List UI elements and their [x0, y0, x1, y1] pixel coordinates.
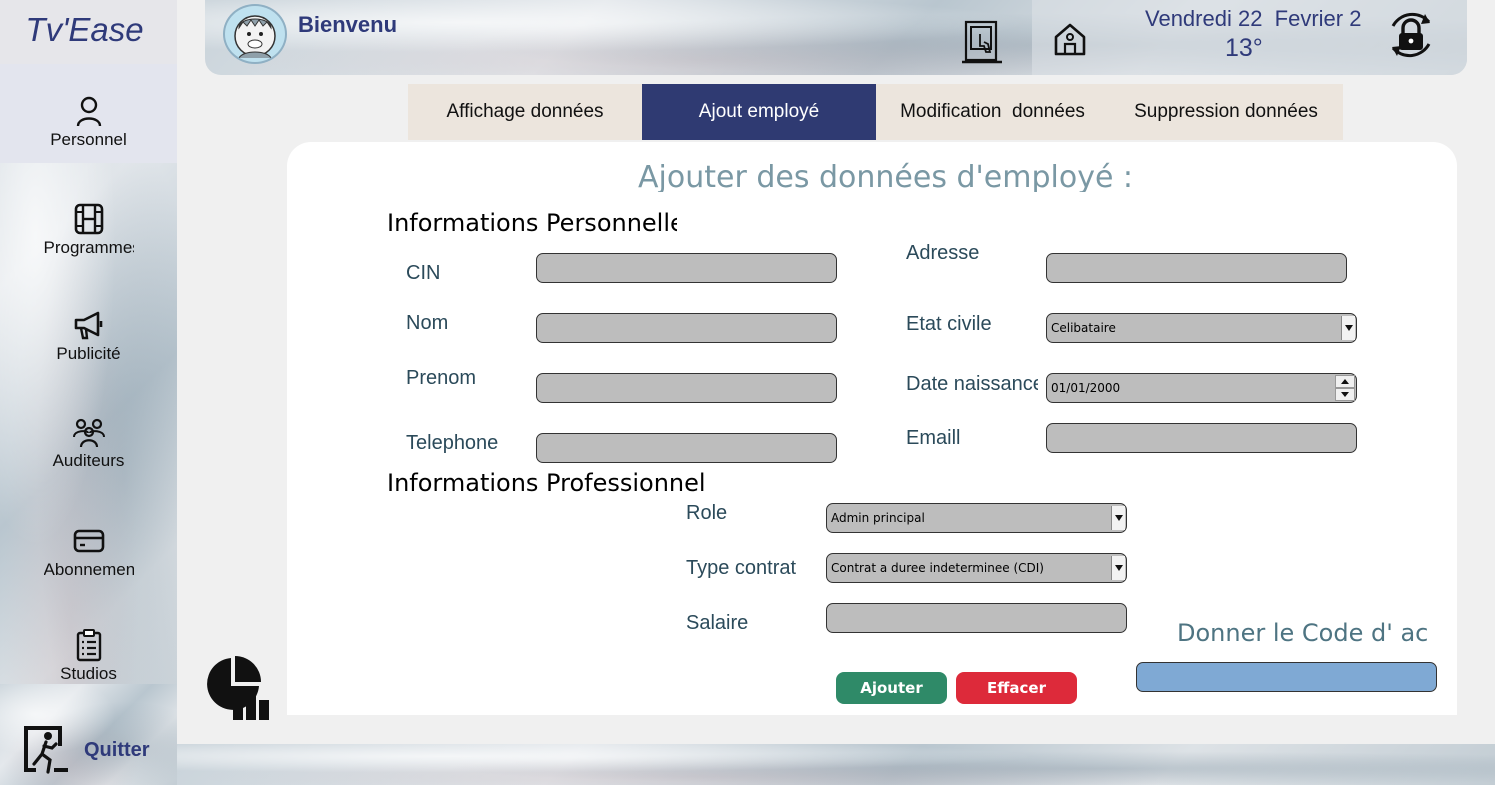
monkey-avatar-icon	[234, 15, 276, 59]
nom-label: Nom	[406, 312, 449, 334]
megaphone-icon	[74, 311, 102, 340]
app-logo: Tv'Ease	[0, 0, 177, 64]
home-icon[interactable]	[1053, 22, 1087, 56]
date-naissance-value: 01/01/2000	[1051, 381, 1121, 395]
nom-input[interactable]	[536, 313, 837, 343]
chevron-down-icon[interactable]	[1111, 556, 1125, 580]
sidebar-item-label: Personnel	[50, 130, 127, 149]
cin-label: CIN	[406, 262, 441, 284]
sidebar-item-publicite[interactable]: Publicité	[0, 298, 177, 398]
add-button[interactable]: Ajouter	[836, 672, 947, 704]
section-personal-info: Informations Personnelles	[387, 209, 677, 237]
type-contrat-label: Type contrat	[686, 557, 797, 579]
role-label: Role	[686, 502, 728, 524]
adresse-input[interactable]	[1046, 253, 1347, 283]
quit-label: Quitter	[84, 738, 150, 761]
header: Bienvenu Vendredi 22 Fevrier 2 13°	[205, 0, 1467, 75]
sidebar-item-label: Publicité	[56, 344, 121, 363]
avatar[interactable]	[223, 4, 287, 64]
prenom-input[interactable]	[536, 373, 837, 403]
date-naissance-input[interactable]: 01/01/2000	[1046, 373, 1357, 403]
date-naissance-label: Date naissance	[906, 373, 1038, 395]
role-select[interactable]: Admin principal	[826, 503, 1127, 533]
prenom-label: Prenom	[406, 367, 477, 389]
role-value: Admin principal	[831, 511, 925, 525]
sidebar-item-auditeurs[interactable]: Auditeurs	[0, 405, 177, 505]
person-icon	[76, 96, 101, 127]
kiosk-icon[interactable]	[960, 20, 1004, 64]
tab-affichage-donnees[interactable]: Affichage données	[408, 84, 642, 140]
chevron-down-icon[interactable]	[1111, 506, 1125, 530]
sidebar-item-label: Auditeurs	[52, 451, 125, 470]
telephone-input[interactable]	[536, 433, 837, 463]
chevron-down-icon[interactable]	[1341, 316, 1355, 340]
sidebar-item-programmes[interactable]: Programmes	[0, 190, 177, 290]
sidebar: Tv'Ease Personnel Programmes Publicité A…	[0, 0, 177, 785]
welcome-text: Bienvenu	[298, 12, 398, 37]
type-contrat-select[interactable]: Contrat a duree indeterminee (CDI)	[826, 553, 1127, 583]
date-spinner[interactable]	[1335, 375, 1355, 401]
sidebar-item-label: Studios	[60, 664, 117, 683]
salaire-input[interactable]	[826, 603, 1127, 633]
etat-civile-label: Etat civile	[906, 313, 992, 335]
etat-civile-value: Celibataire	[1051, 321, 1116, 335]
temperature-display: 13°	[1225, 34, 1263, 62]
tab-modification-donnees[interactable]: Modification données	[876, 84, 1109, 140]
bottom-background	[177, 744, 1495, 785]
date-display: Vendredi 22 Fevrier 2	[1145, 6, 1362, 31]
card-icon	[73, 529, 104, 553]
clear-button[interactable]: Effacer	[956, 672, 1077, 704]
quit-button[interactable]: Quitter	[22, 724, 150, 776]
sidebar-item-personnel[interactable]: Personnel	[0, 64, 177, 163]
lock-refresh-icon[interactable]	[1385, 8, 1437, 62]
etat-civile-select[interactable]: Celibataire	[1046, 313, 1357, 343]
users-icon	[72, 418, 105, 448]
spin-up-icon[interactable]	[1335, 375, 1355, 388]
access-code-label: Donner le Code d' acces	[1177, 619, 1427, 647]
type-contrat-value: Contrat a duree indeterminee (CDI)	[831, 561, 1044, 575]
email-label: Emaill	[906, 427, 961, 449]
tab-bar: Affichage données Ajout employé Modifica…	[408, 84, 1343, 140]
stats-pie-chart-icon[interactable]	[203, 656, 273, 724]
telephone-label: Telephone	[406, 432, 499, 454]
section-pro-info: Informations Professionnel	[387, 469, 706, 497]
access-code-input[interactable]	[1136, 662, 1437, 692]
email-input[interactable]	[1046, 423, 1357, 453]
salaire-label: Salaire	[686, 612, 748, 634]
form-title: Ajouter des données d'employé :	[638, 160, 1134, 192]
sidebar-item-label: Abonnements	[43, 560, 134, 579]
cin-input[interactable]	[536, 253, 837, 283]
clipboard-icon	[76, 629, 101, 662]
adresse-label: Adresse	[906, 242, 980, 264]
sidebar-item-abonnements[interactable]: Abonnements	[0, 512, 177, 612]
spin-down-icon[interactable]	[1335, 388, 1355, 401]
exit-icon	[24, 726, 68, 774]
tab-ajout-employe[interactable]: Ajout employé	[642, 84, 876, 140]
sidebar-item-label: Programmes	[43, 238, 134, 257]
film-icon	[74, 203, 103, 235]
tab-suppression-donnees[interactable]: Suppression données	[1109, 84, 1343, 140]
